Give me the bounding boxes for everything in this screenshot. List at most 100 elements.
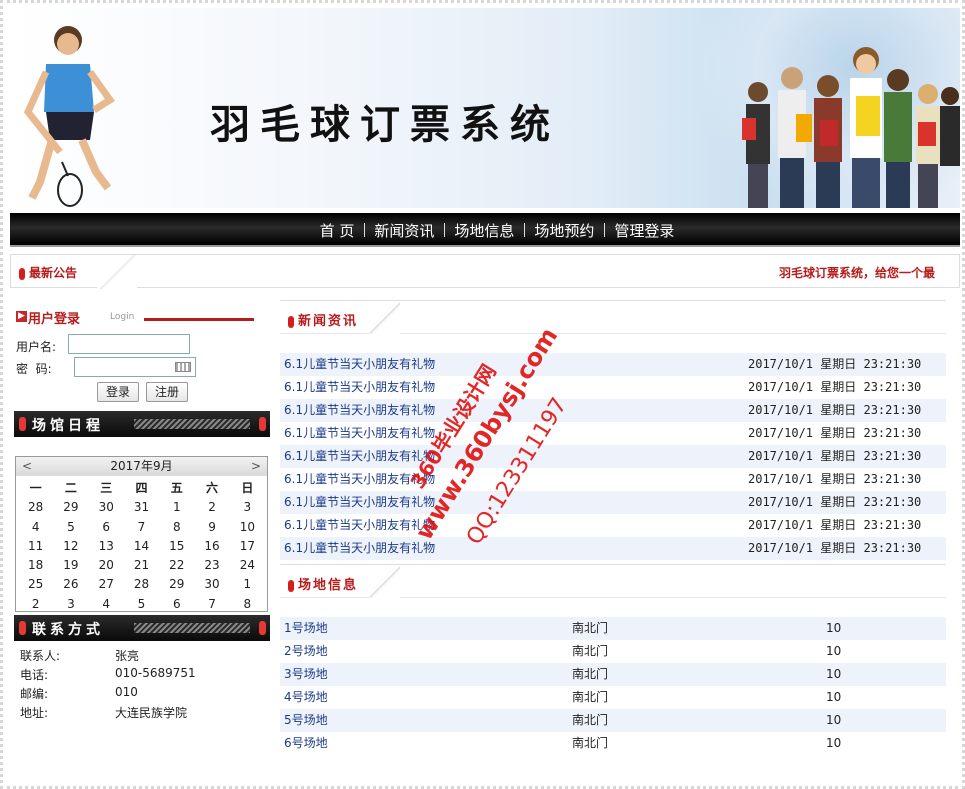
calendar-day[interactable]: 6: [159, 595, 194, 614]
venue-link[interactable]: 1号场地: [280, 617, 572, 640]
schedule-title: 场馆日程: [32, 418, 104, 434]
calendar-day[interactable]: 2: [18, 595, 53, 614]
calendar-day[interactable]: 27: [89, 575, 124, 594]
nav-home[interactable]: 首 页: [310, 220, 365, 241]
nav-booking[interactable]: 场地预约: [524, 220, 604, 241]
calendar-day[interactable]: 13: [89, 537, 124, 556]
calendar-day[interactable]: 8: [159, 518, 194, 537]
calendar-day[interactable]: 31: [124, 498, 159, 517]
venue-link[interactable]: 3号场地: [280, 663, 572, 686]
calendar-day[interactable]: 22: [159, 556, 194, 575]
calendar-day[interactable]: 1: [230, 575, 265, 594]
calendar-day[interactable]: 9: [194, 518, 229, 537]
venue-price: 10: [826, 621, 842, 635]
calendar-day[interactable]: 24: [230, 556, 265, 575]
nav-admin-login[interactable]: 管理登录: [604, 220, 684, 241]
notice-label: 最新公告: [19, 264, 77, 281]
calendar-day[interactable]: 18: [18, 556, 53, 575]
calendar-day[interactable]: 29: [159, 575, 194, 594]
news-link[interactable]: 6.1儿童节当天小朋友有礼物: [280, 422, 748, 445]
calendar-day[interactable]: 21: [124, 556, 159, 575]
calendar-day[interactable]: 30: [194, 575, 229, 594]
venue-row: 2号场地 南北门 10: [280, 640, 946, 663]
calendar-day[interactable]: 28: [18, 498, 53, 517]
calendar-day[interactable]: 11: [18, 537, 53, 556]
calendar-day[interactable]: 29: [53, 498, 88, 517]
calendar-weekday: 五: [170, 481, 183, 495]
contact-row: 邮编: 010: [20, 685, 270, 704]
username-label: 用户名:: [16, 340, 57, 354]
calendar-day[interactable]: 6: [89, 518, 124, 537]
nav-venues[interactable]: 场地信息: [444, 220, 524, 241]
notice-marquee[interactable]: 羽毛球订票系统，给您一个最: [779, 264, 959, 281]
venue-link[interactable]: 2号场地: [280, 640, 572, 663]
calendar-day[interactable]: 28: [124, 575, 159, 594]
contact-row: 地址: 大连民族学院: [20, 704, 270, 723]
tag-pill-icon: [19, 267, 25, 280]
username-input[interactable]: [68, 334, 190, 354]
news-link[interactable]: 6.1儿童节当天小朋友有礼物: [280, 537, 748, 560]
calendar-day[interactable]: 23: [194, 556, 229, 575]
header-banner: 羽毛球订票系统: [10, 8, 960, 208]
venues-header: 场地信息: [280, 564, 946, 598]
keyboard-icon[interactable]: [175, 362, 191, 372]
calendar-day[interactable]: 14: [124, 537, 159, 556]
login-title-en: Login: [110, 312, 135, 322]
news-row: 6.1儿童节当天小朋友有礼物 2017/10/1 星期日 23:21:30: [280, 422, 946, 445]
venue-link[interactable]: 6号场地: [280, 732, 572, 755]
pill-icon: [19, 417, 26, 431]
pill-icon: [19, 621, 26, 635]
calendar-next-button[interactable]: >: [251, 457, 261, 476]
calendar-day[interactable]: 3: [53, 595, 88, 614]
calendar-day[interactable]: 8: [230, 595, 265, 614]
contact-key: 地址:: [20, 706, 49, 720]
calendar-day[interactable]: 7: [124, 518, 159, 537]
venue-link[interactable]: 4号场地: [280, 686, 572, 709]
calendar-day[interactable]: 4: [89, 595, 124, 614]
venue-link[interactable]: 5号场地: [280, 709, 572, 732]
calendar-day[interactable]: 17: [230, 537, 265, 556]
calendar-day[interactable]: 12: [53, 537, 88, 556]
venue-row: 1号场地 南北门 10: [280, 617, 946, 640]
calendar-prev-button[interactable]: <: [22, 457, 32, 476]
contact-title: 联系方式: [32, 622, 104, 638]
calendar-month: 2017年9月: [110, 459, 173, 473]
calendar: < 2017年9月 > 一二三四五六日 28 29 30 31 1 2 3 4 5 6 7 8 9 10 11…: [15, 456, 268, 612]
password-input[interactable]: [74, 357, 196, 377]
calendar-day[interactable]: 1: [159, 498, 194, 517]
news-link[interactable]: 6.1儿童节当天小朋友有礼物: [280, 514, 748, 537]
calendar-day[interactable]: 15: [159, 537, 194, 556]
calendar-day[interactable]: 3: [230, 498, 265, 517]
calendar-day[interactable]: 4: [18, 518, 53, 537]
tag-pill-icon: [288, 315, 294, 328]
news-row: 6.1儿童节当天小朋友有礼物 2017/10/1 星期日 23:21:30: [280, 376, 946, 399]
news-row: 6.1儿童节当天小朋友有礼物 2017/10/1 星期日 23:21:30: [280, 514, 946, 537]
calendar-day[interactable]: 25: [18, 575, 53, 594]
contact-value: 张亮: [115, 649, 140, 663]
login-button[interactable]: 登录: [97, 382, 139, 402]
calendar-day[interactable]: 16: [194, 537, 229, 556]
calendar-day[interactable]: 30: [89, 498, 124, 517]
nav-news[interactable]: 新闻资讯: [364, 220, 444, 241]
calendar-day[interactable]: 7: [194, 595, 229, 614]
arrow-right-icon: ▶: [16, 311, 27, 322]
calendar-day[interactable]: 10: [230, 518, 265, 537]
calendar-day[interactable]: 5: [53, 518, 88, 537]
calendar-day[interactable]: 19: [53, 556, 88, 575]
news-title: 新闻资讯: [288, 310, 358, 329]
main-nav: 首 页 新闻资讯 场地信息 场地预约 管理登录: [10, 213, 960, 247]
calendar-day[interactable]: 26: [53, 575, 88, 594]
venues-title-text: 场地信息: [298, 578, 359, 593]
contact-info: 联系人: 张亮 电话: 010-5689751 邮编: 010 地址: 大连民族学院: [20, 647, 270, 723]
calendar-day[interactable]: 5: [124, 595, 159, 614]
register-button[interactable]: 注册: [146, 382, 188, 402]
contact-row: 电话: 010-5689751: [20, 666, 270, 685]
calendar-day[interactable]: 20: [89, 556, 124, 575]
notice-divider: [97, 255, 137, 289]
news-row: 6.1儿童节当天小朋友有礼物 2017/10/1 星期日 23:21:30: [280, 445, 946, 468]
venue-location: 南北门: [572, 644, 609, 658]
news-date: 2017/10/1 星期日 23:21:30: [748, 472, 922, 486]
password-label: 密 码:: [16, 362, 52, 376]
calendar-day[interactable]: 2: [194, 498, 229, 517]
news-date: 2017/10/1 星期日 23:21:30: [748, 357, 922, 371]
